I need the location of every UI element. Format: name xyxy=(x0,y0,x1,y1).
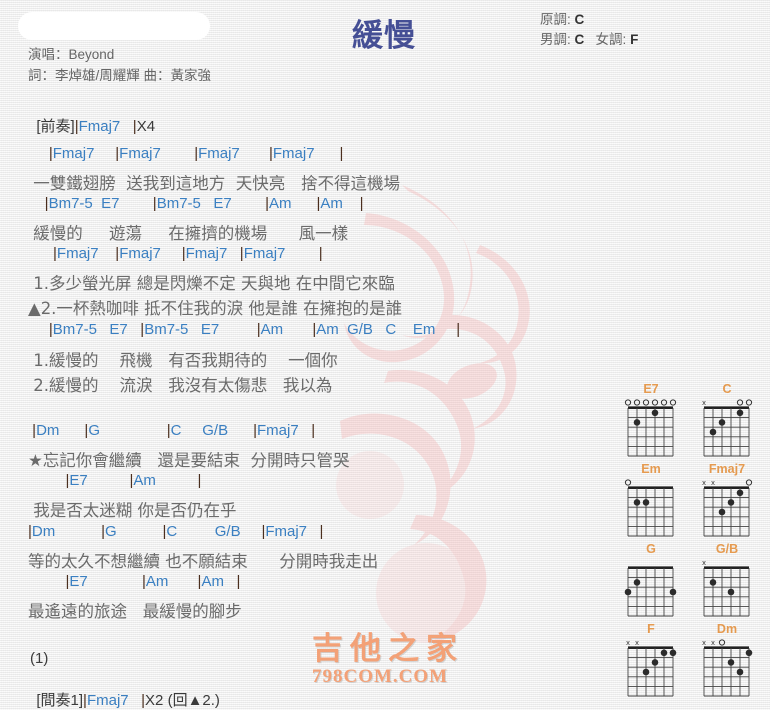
lyric-line: 緩慢的 遊蕩 在擁擠的機場 風一樣 xyxy=(28,224,349,243)
interlude-chord: Fmaj7 xyxy=(86,692,129,709)
lyric-line: 等的太久不想繼續 也不願結束 分開時我走出 xyxy=(28,552,379,571)
chord-diagram-em: Em xyxy=(618,462,694,542)
chord-diagram-name: E7 xyxy=(643,382,659,396)
lyric-line: 1.緩慢的 飛機 有否我期待的 一個你 xyxy=(28,351,338,370)
lyric-line: 1.多少螢光屏 總是閃爍不定 天與地 在中間它來臨 xyxy=(28,274,395,293)
interlude-note: (回▲2.) xyxy=(167,692,220,709)
lyric-line: 2.緩慢的 流淚 我沒有太傷悲 我以為 xyxy=(28,376,333,395)
chord-line: |Fmaj7 |Fmaj7 |Fmaj7 |Fmaj7 | xyxy=(53,245,323,262)
original-key-row: 原調: C xyxy=(540,10,638,30)
chord-line: |Bm7-5 E7 |Bm7-5 E7 |Am |Am G/B C Em | xyxy=(48,321,461,338)
svg-text:x: x xyxy=(702,478,706,487)
interlude-row: [間奏1]|Fmaj7 |X2 (回▲2.) xyxy=(28,672,220,710)
gender-key-row: 男調: C 女調: F xyxy=(540,30,638,50)
chord-diagram-svg: x xyxy=(702,558,750,617)
redacted-area xyxy=(18,12,210,40)
chord-line: |Dm |G |C G/B |Fmaj7 | xyxy=(32,422,316,439)
chord-line: |E7 |Am | xyxy=(65,472,202,489)
male-key-value: C xyxy=(574,32,585,47)
chord-diagram-name: G xyxy=(646,542,656,556)
chord-diagram-name: C xyxy=(722,382,732,396)
chord-diagram-name: G/B xyxy=(715,542,739,556)
chord-diagram-svg: x xyxy=(702,398,753,457)
site-watermark: 吉他之家 798COM.COM xyxy=(312,632,464,688)
chord-line: |Bm7-5 E7 |Bm7-5 E7 |Am |Am | xyxy=(44,195,364,212)
singer-line: 演唱：Beyond xyxy=(28,47,115,62)
watermark-brand-cn: 吉他之家 xyxy=(312,631,464,667)
svg-text:x: x xyxy=(635,638,639,647)
chord-diagram-e7: E7 xyxy=(618,382,694,462)
intro-row: [前奏]|Fmaj7 |X4 xyxy=(28,98,155,136)
chord-diagram-name: Dm xyxy=(716,622,738,636)
chord-diagram-g-b: G/B x xyxy=(694,542,770,622)
chord-diagram-fmaj7: Fmaj7 x x xyxy=(694,462,770,542)
chord-diagram-svg xyxy=(624,566,677,617)
chord-diagram-g: G xyxy=(618,542,694,622)
chord-line: |Fmaj7 |Fmaj7 |Fmaj7 |Fmaj7 | xyxy=(48,145,344,162)
chord-diagram-dm: Dm x x xyxy=(694,622,770,702)
female-key-label: 女調: xyxy=(595,32,627,47)
chord-diagram-svg: xx xyxy=(702,638,753,697)
intro-chord: Fmaj7 xyxy=(78,118,121,135)
chord-diagram-name: Fmaj7 xyxy=(708,462,746,476)
svg-text:x: x xyxy=(626,638,630,647)
chord-diagram-svg xyxy=(624,399,677,457)
watermark-brand-url: 798COM.COM xyxy=(312,666,449,687)
chord-diagram-svg: xx xyxy=(626,638,677,697)
original-key-value: C xyxy=(574,12,585,27)
lyric-line: 一雙鐵翅膀 送我到這地方 天快亮 捨不得這機場 xyxy=(28,174,400,193)
intro-repeat: X4 xyxy=(136,118,156,135)
lyric-line: ★忘記你會繼續 還是要結束 分開時只管哭 xyxy=(28,451,350,470)
interlude-tag: [間奏1] xyxy=(36,692,84,709)
chord-diagram-grid: E7 Cx Em Fmaj7 x x G G/B x Fx x Dm x x xyxy=(618,382,770,702)
chord-diagram-name: F xyxy=(647,622,655,636)
lyric-line: 最遙遠的旅途 最緩慢的腳步 xyxy=(28,602,242,621)
chord-line: |Dm |G |C G/B |Fmaj7 | xyxy=(28,523,324,540)
svg-text:x: x xyxy=(711,638,715,647)
page-title: 緩慢 xyxy=(352,18,416,54)
chord-line: |E7 |Am |Am | xyxy=(65,573,241,590)
svg-text:x: x xyxy=(711,478,715,487)
svg-text:x: x xyxy=(702,398,706,407)
svg-text:x: x xyxy=(702,638,706,647)
intro-tag: [前奏] xyxy=(36,118,75,135)
male-key-label: 男調: xyxy=(540,32,571,47)
chord-diagram-f: Fxx xyxy=(618,622,694,702)
chord-diagram-svg: xx xyxy=(702,478,753,537)
lyric-line: ▲2.一杯熱咖啡 抵不住我的淚 他是誰 在擁抱的是誰 xyxy=(28,299,403,318)
female-key-value: F xyxy=(630,32,639,47)
original-key-label: 原調: xyxy=(540,12,571,27)
background-watermark-art xyxy=(336,185,530,643)
writer-line: 詞：李焯雄/周耀輝 曲：黃家強 xyxy=(28,68,212,83)
chord-diagram-svg xyxy=(624,479,674,537)
chord-diagram-c: Cx xyxy=(694,382,770,462)
chord-diagram-name: Em xyxy=(641,462,661,476)
key-info: 原調: C 男調: C 女調: F xyxy=(540,10,638,50)
lyric-line: 我是否太迷糊 你是否仍在乎 xyxy=(28,501,237,520)
svg-text:x: x xyxy=(702,558,706,567)
interlude-repeat: X2 xyxy=(145,692,164,709)
footer-counter: (1) xyxy=(30,650,49,667)
credits-block: 演唱：Beyond 詞：李焯雄/周耀輝 曲：黃家強 xyxy=(28,44,211,86)
